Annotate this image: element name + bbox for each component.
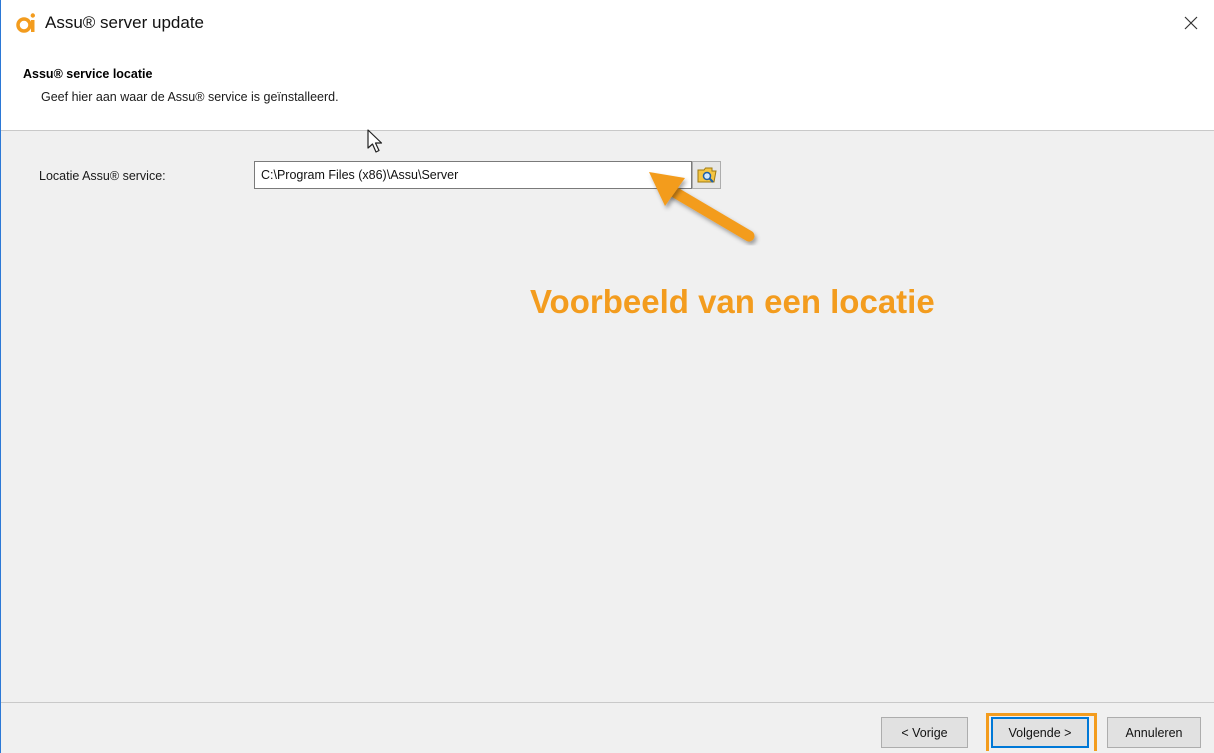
installer-window: Assu® server update Assu® service locati… <box>0 0 1214 753</box>
mouse-cursor-icon <box>367 129 383 153</box>
assu-logo-icon <box>16 13 35 33</box>
annotation-caption: Voorbeeld van een locatie <box>530 283 935 320</box>
cancel-button[interactable]: Annuleren <box>1107 717 1201 748</box>
window-title: Assu® server update <box>45 13 204 32</box>
close-button[interactable] <box>1168 0 1214 46</box>
close-icon <box>1184 16 1198 30</box>
title-bar: Assu® server update <box>1 0 1214 46</box>
footer-divider <box>1 702 1214 703</box>
annotation-arrow-icon <box>649 172 755 242</box>
page-header: Assu® service locatie Geef hier aan waar… <box>1 46 1214 131</box>
previous-button[interactable]: < Vorige <box>881 717 968 748</box>
next-button[interactable]: Volgende > <box>991 717 1089 748</box>
page-subtitle: Geef hier aan waar de Assu® service is g… <box>41 90 339 104</box>
location-input[interactable] <box>254 161 692 189</box>
location-label: Locatie Assu® service: <box>39 169 166 183</box>
page-title: Assu® service locatie <box>23 67 153 81</box>
